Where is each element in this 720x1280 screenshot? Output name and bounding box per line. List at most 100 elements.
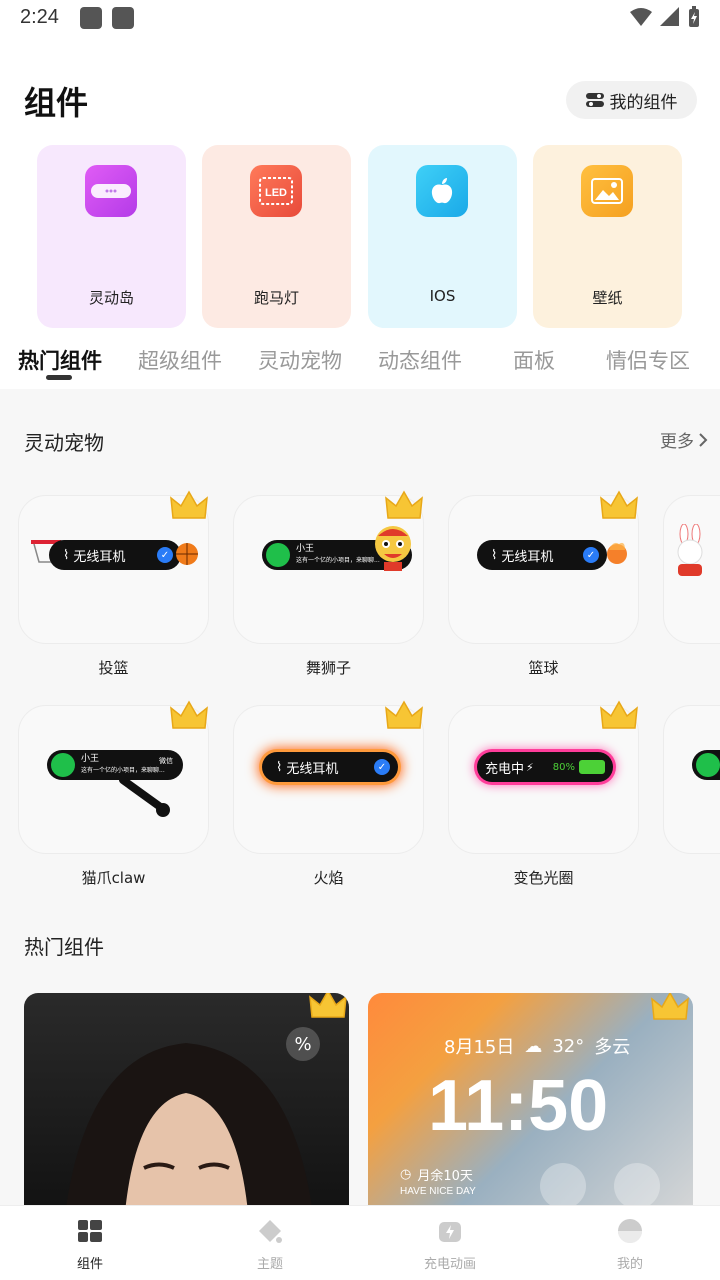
nav-label: 主题: [256, 1257, 283, 1272]
category-label: 壁纸: [592, 289, 623, 307]
check-icon: ✓: [583, 547, 599, 563]
clock-icon: ◷: [400, 1167, 412, 1182]
image-icon: [581, 165, 633, 217]
more-link[interactable]: 更多: [660, 427, 708, 452]
category-dynamic-island[interactable]: 灵动岛: [37, 145, 186, 328]
pill-message: [692, 750, 720, 780]
pill-charging: 充电中 ⚡ 80%: [477, 752, 613, 782]
battery-percent: 80%: [552, 761, 575, 773]
nav-theme[interactable]: 主题: [180, 1206, 360, 1280]
category-label: IOS: [429, 287, 456, 305]
remain-row: ◷ 月余10天: [400, 1165, 473, 1184]
notification-icon: [80, 7, 102, 29]
pet-label: 猫爪claw: [81, 869, 146, 887]
tab-super[interactable]: 超级组件: [138, 345, 222, 375]
notification-icon: [112, 7, 134, 29]
wechat-icon: [51, 753, 75, 777]
pet-card-shoot[interactable]: ⌇ 无线耳机 ✓: [18, 490, 209, 644]
tab-panel[interactable]: 面板: [513, 345, 555, 375]
pet-card-color-ring[interactable]: 充电中 ⚡ 80%: [448, 700, 639, 854]
check-icon: ✓: [157, 547, 173, 563]
tab-couple[interactable]: 情侣专区: [606, 345, 690, 375]
fire-basketball-icon: [607, 542, 627, 564]
pill-tag: 微信: [159, 757, 173, 765]
section-title-hot: 热门组件: [24, 935, 104, 959]
wifi-icon: [630, 8, 652, 26]
pet-card-basketball[interactable]: ⌇ 无线耳机 ✓: [448, 490, 639, 644]
pill-name: 小王: [296, 544, 315, 554]
led-icon: LED: [250, 165, 302, 217]
category-ios[interactable]: IOS: [368, 145, 517, 328]
remain-text: 月余10天: [417, 1169, 473, 1184]
claw-icon: [119, 776, 170, 817]
tagline: HAVE NICE DAY: [400, 1186, 476, 1197]
crown-icon: [600, 490, 638, 519]
weather-row: 8月15日 ☁ 32° 多云: [444, 1033, 630, 1059]
wechat-icon: [266, 543, 290, 567]
battery-icon: [579, 760, 605, 774]
percent-icon: %: [286, 1027, 320, 1061]
pill-text: 无线耳机: [501, 549, 554, 565]
chevron-right-icon: [699, 432, 708, 447]
pill-earbuds: ⌇ 无线耳机 ✓: [49, 540, 181, 570]
nav-profile[interactable]: 我的: [540, 1206, 720, 1280]
charge-icon: [439, 1222, 461, 1242]
qr-icon: [614, 1163, 660, 1205]
pet-card-partial[interactable]: [663, 705, 720, 854]
date-text: 8月15日: [444, 1037, 515, 1058]
pet-label: 火焰: [313, 869, 344, 887]
pet-label: 篮球: [528, 659, 559, 677]
tab-dynamic[interactable]: 动态组件: [378, 345, 462, 375]
dynamic-island-icon: [85, 165, 137, 217]
tab-bar: 热门组件 超级组件 灵动宠物 动态组件 面板 情侣专区: [0, 345, 720, 389]
crown-icon: [309, 993, 347, 1018]
earbuds-icon: ⌇: [491, 547, 498, 563]
check-icon: ✓: [374, 759, 390, 775]
svg-text:LED: LED: [265, 187, 287, 199]
profile-icon: [618, 1219, 642, 1243]
signal-icon: [660, 7, 679, 26]
pill-msg: 这有一个亿的小项目，来聊聊...: [296, 557, 380, 564]
tab-pets[interactable]: 灵动宠物: [258, 345, 342, 375]
category-wallpaper[interactable]: 壁纸: [533, 145, 682, 328]
tab-hot[interactable]: 热门组件: [18, 345, 102, 375]
bolt-icon: ⚡: [526, 760, 534, 774]
hot-card-clock[interactable]: 8月15日 ☁ 32° 多云 11:50 ◷ 月余10天 HAVE NICE D…: [368, 993, 693, 1205]
more-label: 更多: [660, 432, 694, 452]
my-widgets-button[interactable]: 我的组件: [566, 81, 697, 119]
pill-text: 无线耳机: [73, 549, 126, 565]
hot-card-portrait[interactable]: %: [24, 993, 349, 1205]
pill-text: 无线耳机: [286, 761, 339, 777]
pet-card-lion-dance[interactable]: 小王 这有一个亿的小项目，来聊聊...: [233, 490, 424, 644]
crown-icon: [600, 700, 638, 729]
crown-icon: [170, 700, 208, 729]
page-title: 组件: [24, 84, 89, 122]
category-marquee[interactable]: LED 跑马灯: [202, 145, 351, 328]
earbuds-icon: ⌇: [276, 759, 283, 775]
nav-label: 充电动画: [423, 1257, 476, 1272]
weather-text: 多云: [594, 1037, 631, 1058]
basketball-icon: [176, 543, 198, 565]
section-title-pets: 灵动宠物: [24, 431, 104, 455]
content-area: 灵动宠物 更多 ⌇ 无线耳机 ✓ 投篮 小王 这有一个亿的小项目，来聊聊... …: [0, 389, 720, 1205]
crown-icon: [385, 700, 423, 729]
pet-card-cat-claw[interactable]: 小王 这有一个亿的小项目，来聊聊... 微信: [18, 700, 209, 854]
clock-time: 11:50: [428, 1066, 609, 1146]
widgets-icon: [78, 1220, 102, 1242]
pill-text: 充电中: [485, 761, 525, 777]
my-widgets-label: 我的组件: [609, 92, 678, 113]
pet-card-flame[interactable]: ⌇ 无线耳机 ✓: [233, 700, 424, 854]
status-time: 2:24: [20, 6, 59, 28]
nav-widgets[interactable]: 组件: [0, 1206, 180, 1280]
nav-label: 组件: [76, 1257, 103, 1272]
pet-label: 舞狮子: [305, 659, 351, 677]
wechat-icon: [696, 753, 720, 777]
pet-card-rabbit[interactable]: [663, 495, 720, 644]
pet-label: 变色光圈: [513, 869, 574, 887]
category-label: 跑马灯: [253, 289, 299, 307]
battery-icon: [689, 6, 699, 27]
scan-icon: [540, 1163, 586, 1205]
toggle-list-icon: [585, 93, 604, 107]
pill-name: 小王: [81, 754, 100, 764]
nav-charge[interactable]: 充电动画: [360, 1206, 540, 1280]
